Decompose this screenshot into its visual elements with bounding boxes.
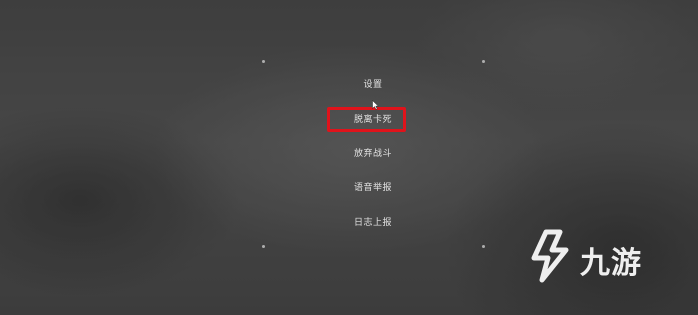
menu-frame-corner-top-left (262, 60, 265, 63)
watermark: 九游 (526, 228, 676, 288)
highlight-annotation-box (327, 107, 406, 132)
watermark-text: 九游 (580, 246, 642, 281)
jiuyou-logo-icon (531, 229, 569, 283)
menu-item-settings[interactable]: 设置 (300, 75, 446, 95)
menu-frame-corner-bottom-left (262, 245, 265, 248)
menu-item-voice-report[interactable]: 语音举报 (300, 178, 446, 198)
menu-frame-corner-top-right (482, 60, 485, 63)
menu-item-abandon-battle[interactable]: 放弃战斗 (300, 144, 446, 164)
menu-item-log-upload[interactable]: 日志上报 (300, 213, 446, 233)
menu-frame-corner-bottom-right (482, 245, 485, 248)
game-background: 设置 脱离卡死 放弃战斗 语音举报 日志上报 九游 (0, 0, 698, 315)
mouse-cursor-icon (372, 100, 379, 110)
